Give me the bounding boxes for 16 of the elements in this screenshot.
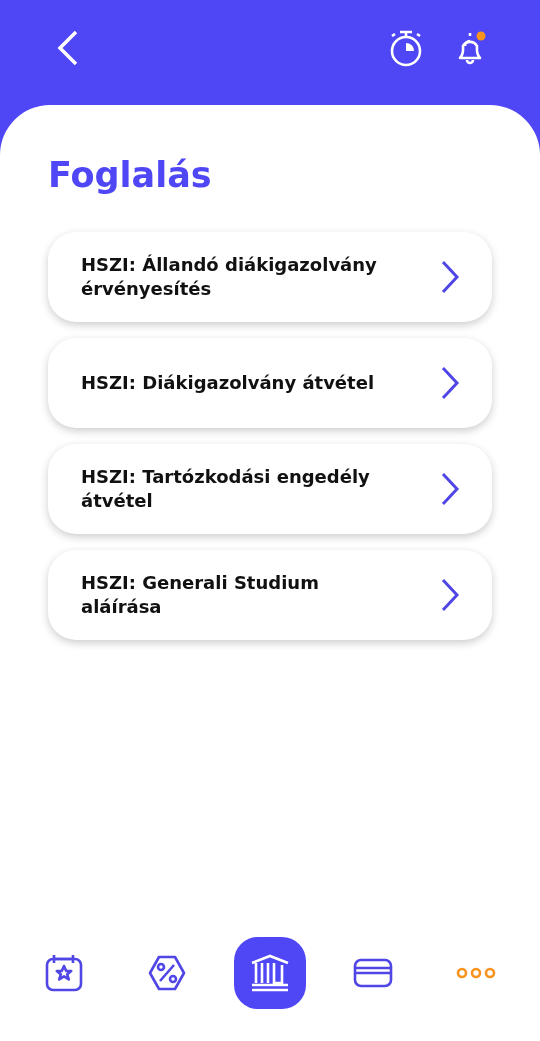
page-title: Foglalás [48, 154, 213, 197]
chevron-icon [440, 578, 460, 612]
booking-item[interactable]: HSZI: Tartózkodási engedély átvétel [48, 444, 492, 534]
more-icon [456, 966, 497, 980]
booking-item[interactable]: HSZI: Állandó diákigazolvány érvényesítés [48, 232, 492, 322]
bank-tab[interactable] [233, 937, 306, 1009]
stopwatch-icon[interactable] [388, 28, 424, 67]
booking-item[interactable]: HSZI: Generali Studium aláírása [48, 550, 492, 640]
chevron-icon [440, 260, 460, 294]
chevron-icon [440, 472, 460, 506]
back-icon[interactable] [56, 29, 78, 66]
percent-badge-icon [146, 953, 187, 993]
calendar-star-icon [43, 953, 84, 993]
chevron-icon [440, 366, 460, 400]
booking-item[interactable]: HSZI: Diákigazolvány átvétel [48, 338, 492, 428]
bank-icon [249, 953, 290, 993]
